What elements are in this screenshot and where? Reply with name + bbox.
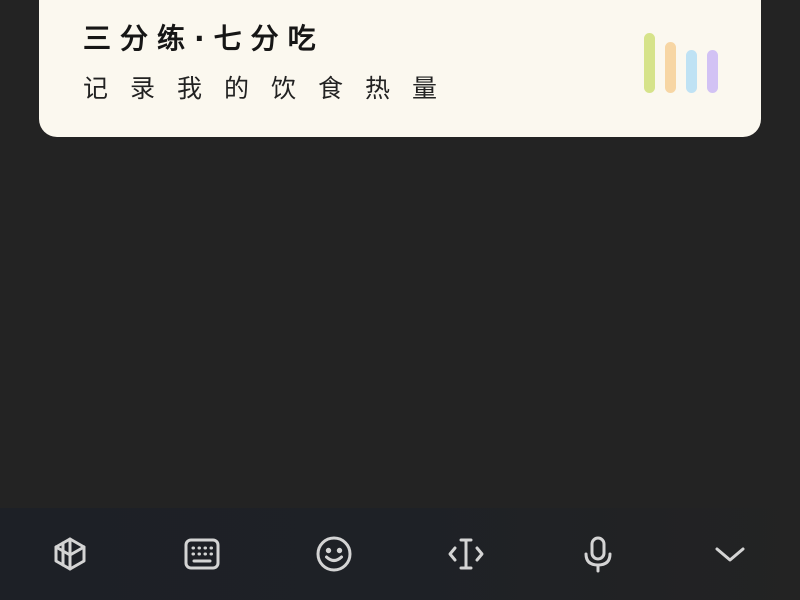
voice-input-button[interactable] [574,530,622,578]
decorative-bar-4 [707,50,718,93]
card-title: 三分练·七分吃 [83,22,325,55]
app-logo-button[interactable] [46,530,94,578]
keyboard-button[interactable] [178,530,226,578]
emoji-icon [316,536,352,572]
collapse-keyboard-button[interactable] [706,530,754,578]
decorative-bar-2 [665,42,676,93]
header-card: 三分练·七分吃 记录我的饮食热量 [39,0,761,137]
text-cursor-icon [448,538,484,570]
app-screen: 三分练·七分吃 记录我的饮食热量 [0,0,800,600]
chevron-down-icon [715,547,745,562]
decorative-bar-3 [686,50,697,93]
microphone-icon [584,536,612,573]
decorative-bars [644,31,724,93]
app-logo-icon [54,537,86,571]
card-subtitle: 记录我的饮食热量 [83,74,460,103]
text-cursor-button[interactable] [442,530,490,578]
emoji-button[interactable] [310,530,358,578]
keyboard-toolbar [0,508,800,600]
decorative-bar-1 [644,33,655,93]
keyboard-icon [184,538,220,570]
